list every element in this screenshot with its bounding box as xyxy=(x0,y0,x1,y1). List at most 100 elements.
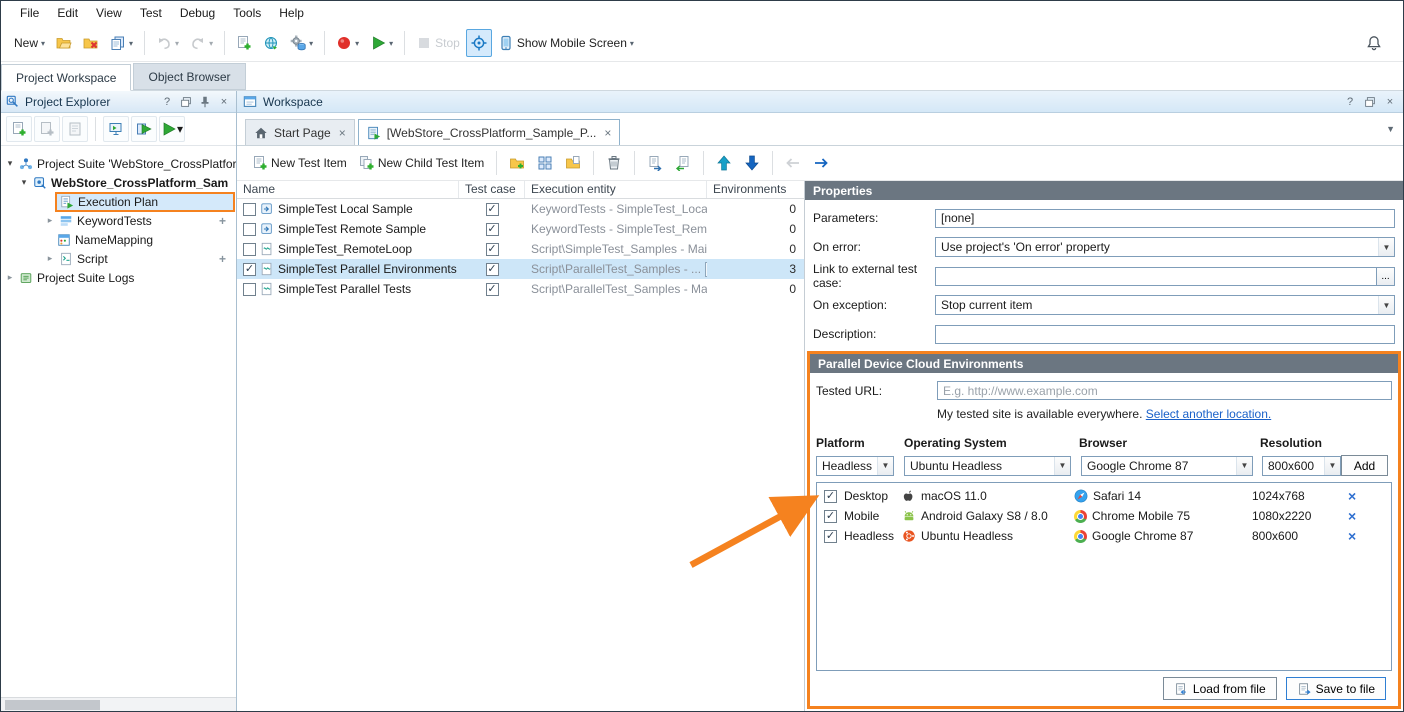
paste-item-button[interactable] xyxy=(670,149,696,177)
run-project-suite-button[interactable]: ▾ xyxy=(159,116,185,142)
test-case-checkbox[interactable] xyxy=(486,223,499,236)
show-mobile-screen-button[interactable]: Show Mobile Screen ▾ xyxy=(493,29,639,57)
expander-icon[interactable]: ▸ xyxy=(45,253,55,264)
float-window-icon[interactable] xyxy=(179,95,193,109)
environment-checkbox[interactable] xyxy=(824,530,837,543)
menu-debug[interactable]: Debug xyxy=(171,3,224,23)
new-child-test-item-button[interactable]: New Child Test Item xyxy=(354,149,489,177)
table-row[interactable]: SimpleTest Parallel Environments Script\… xyxy=(237,259,804,279)
tree-item-execution-plan[interactable]: Execution Plan xyxy=(1,192,236,211)
add-keyword-test-button[interactable]: + xyxy=(219,214,226,228)
expander-icon[interactable]: ▸ xyxy=(45,215,55,226)
add-environment-button[interactable]: Add xyxy=(1341,455,1388,476)
options-button[interactable]: ▾ xyxy=(285,29,318,57)
column-header-environments[interactable]: Environments xyxy=(707,181,804,198)
indent-item-button[interactable] xyxy=(808,149,834,177)
column-header-test-case[interactable]: Test case xyxy=(459,181,525,198)
chevron-down-icon[interactable]: ▼ xyxy=(1236,457,1252,475)
new-folder-button[interactable] xyxy=(560,149,586,177)
column-header-execution-entity[interactable]: Execution entity xyxy=(525,181,707,198)
group-items-button[interactable] xyxy=(532,149,558,177)
add-folder-button[interactable] xyxy=(504,149,530,177)
menu-help[interactable]: Help xyxy=(270,3,313,23)
table-row[interactable]: SimpleTest Local Sample KeywordTests - S… xyxy=(237,199,804,219)
menu-test[interactable]: Test xyxy=(131,3,171,23)
tree-item-project[interactable]: ▾ WebStore_CrossPlatform_Sam xyxy=(1,173,236,192)
menu-tools[interactable]: Tools xyxy=(224,3,270,23)
save-all-button[interactable]: ▾ xyxy=(105,29,138,57)
outdent-item-button[interactable] xyxy=(780,149,806,177)
float-window-icon[interactable] xyxy=(1363,95,1377,109)
run-button[interactable]: ▾ xyxy=(365,29,398,57)
add-new-item-button[interactable] xyxy=(231,29,257,57)
close-icon[interactable]: × xyxy=(339,126,346,140)
new-button[interactable]: New ▾ xyxy=(9,29,50,57)
platform-select[interactable]: Headless ▼ xyxy=(816,456,894,476)
chevron-down-icon[interactable]: ▼ xyxy=(1054,457,1070,475)
column-header-name[interactable]: Name xyxy=(237,181,459,198)
environment-row[interactable]: Mobile Android Galaxy S8 / 8.0 Chrome Mo… xyxy=(817,506,1391,526)
scrollbar-thumb[interactable] xyxy=(5,700,100,710)
test-case-checkbox[interactable] xyxy=(486,203,499,216)
row-checkbox[interactable] xyxy=(243,283,256,296)
chevron-down-icon[interactable]: ▼ xyxy=(877,457,893,475)
record-button[interactable]: ▾ xyxy=(331,29,364,57)
expander-icon[interactable]: ▾ xyxy=(19,177,29,188)
save-to-file-button[interactable]: Save to file xyxy=(1286,677,1386,700)
open-item-button[interactable] xyxy=(62,116,88,142)
tree-item-project-suite[interactable]: ▾ Project Suite 'WebStore_CrossPlatform_ xyxy=(1,154,236,173)
copy-item-button[interactable] xyxy=(642,149,668,177)
environment-checkbox[interactable] xyxy=(824,510,837,523)
parameters-input[interactable] xyxy=(935,209,1395,228)
load-from-file-button[interactable]: Load from file xyxy=(1163,677,1277,700)
notifications-button[interactable] xyxy=(1361,29,1387,57)
close-project-button[interactable] xyxy=(78,29,104,57)
environment-checkbox[interactable] xyxy=(824,490,837,503)
on-exception-select[interactable]: Stop current item ▼ xyxy=(935,295,1395,315)
move-up-button[interactable] xyxy=(711,149,737,177)
undo-button[interactable]: ▾ xyxy=(151,29,184,57)
add-new-item-to-project-button[interactable] xyxy=(6,116,32,142)
close-icon[interactable]: × xyxy=(1383,95,1397,109)
browse-link-button[interactable]: ... xyxy=(1377,267,1395,286)
table-row[interactable]: SimpleTest Remote Sample KeywordTests - … xyxy=(237,219,804,239)
expander-icon[interactable]: ▾ xyxy=(5,158,15,169)
tab-project-workspace[interactable]: Project Workspace xyxy=(1,64,131,91)
object-spy-button[interactable] xyxy=(466,29,492,57)
close-icon[interactable]: × xyxy=(217,95,231,109)
tab-list-dropdown-icon[interactable]: ▼ xyxy=(1386,124,1395,134)
os-select[interactable]: Ubuntu Headless ▼ xyxy=(904,456,1071,476)
run-project-button[interactable] xyxy=(131,116,157,142)
row-checkbox[interactable] xyxy=(243,223,256,236)
on-error-select[interactable]: Use project's 'On error' property ▼ xyxy=(935,237,1395,257)
test-case-checkbox[interactable] xyxy=(486,243,499,256)
tab-start-page[interactable]: Start Page × xyxy=(245,119,355,145)
new-test-item-button[interactable]: New Test Item xyxy=(247,149,352,177)
tree-item-namemapping[interactable]: NameMapping xyxy=(1,230,236,249)
execution-plan-highlight[interactable]: Execution Plan xyxy=(57,194,233,210)
close-icon[interactable]: × xyxy=(604,126,611,140)
menu-edit[interactable]: Edit xyxy=(48,3,87,23)
chevron-down-icon[interactable]: ▼ xyxy=(1324,457,1340,475)
tab-object-browser[interactable]: Object Browser xyxy=(133,63,245,90)
tree-item-project-suite-logs[interactable]: ▸ Project Suite Logs xyxy=(1,268,236,287)
environment-row[interactable]: Desktop macOS 11.0 Safari 14 xyxy=(817,486,1391,506)
add-script-button[interactable]: + xyxy=(219,252,226,266)
open-project-button[interactable] xyxy=(51,29,77,57)
tree-item-keywordtests[interactable]: ▸ KeywordTests + xyxy=(1,211,236,230)
chevron-down-icon[interactable]: ▼ xyxy=(1378,296,1394,314)
table-row[interactable]: SimpleTest_RemoteLoop Script\SimpleTest_… xyxy=(237,239,804,259)
menu-view[interactable]: View xyxy=(87,3,131,23)
link-external-input[interactable] xyxy=(935,267,1377,286)
pin-icon[interactable] xyxy=(198,95,212,109)
browser-select[interactable]: Google Chrome 87 ▼ xyxy=(1081,456,1253,476)
environment-row[interactable]: Headless Ubuntu Headless Google Chrome 8… xyxy=(817,526,1391,546)
delete-environment-button[interactable]: × xyxy=(1348,489,1356,503)
tab-execution-plan-document[interactable]: [WebStore_CrossPlatform_Sample_P... × xyxy=(358,119,621,145)
chevron-down-icon[interactable]: ▼ xyxy=(1378,238,1394,256)
help-icon[interactable]: ? xyxy=(1343,95,1357,109)
test-case-checkbox[interactable] xyxy=(486,263,499,276)
table-row[interactable]: SimpleTest Parallel Tests Script\Paralle… xyxy=(237,279,804,299)
tree-item-script[interactable]: ▸ Script + xyxy=(1,249,236,268)
delete-environment-button[interactable]: × xyxy=(1348,529,1356,543)
